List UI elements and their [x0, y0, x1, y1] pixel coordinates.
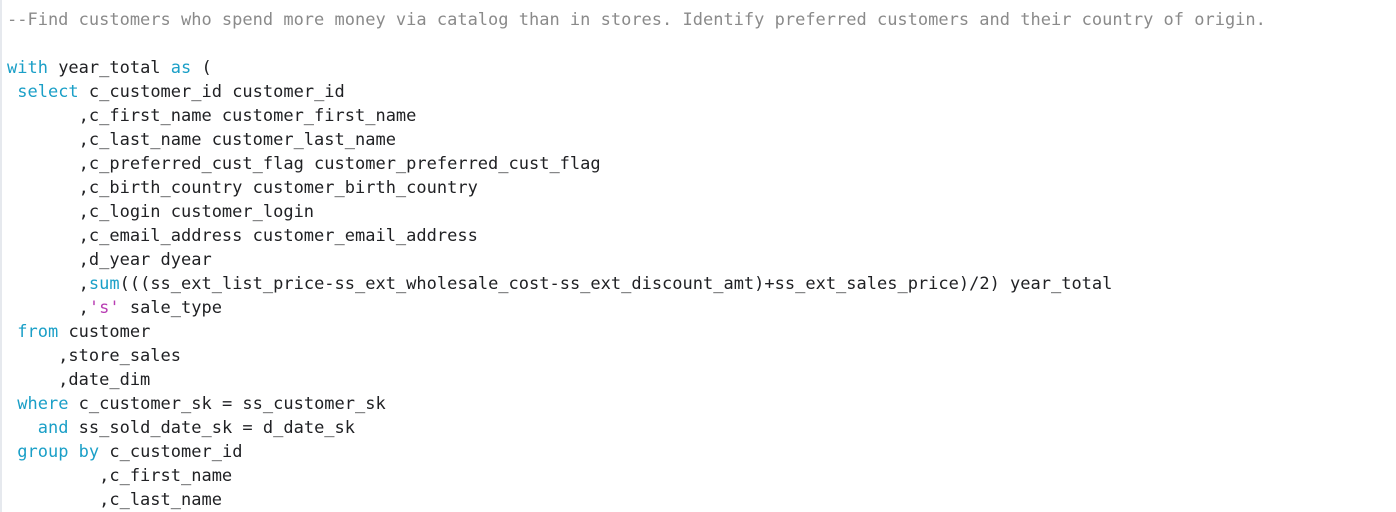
code-text: , — [7, 274, 89, 294]
sql-keyword: group by — [17, 442, 100, 462]
code-line: group by c_customer_id — [7, 440, 1266, 464]
code-content[interactable]: --Find customers who spend more money vi… — [7, 8, 1266, 512]
sql-comment: --Find customers who spend more money vi… — [7, 10, 1266, 30]
sql-keyword: with — [7, 58, 48, 78]
code-line: ,c_login customer_login — [7, 200, 1266, 224]
code-text: ( — [191, 58, 212, 78]
code-line: ,date_dim — [7, 368, 1266, 392]
code-text: ,c_email_address customer_email_address — [7, 226, 478, 246]
code-line: from customer — [7, 320, 1266, 344]
sql-code-editor[interactable]: --Find customers who spend more money vi… — [0, 0, 1396, 512]
code-text: ,c_first_name — [7, 466, 233, 486]
code-text: c_customer_id customer_id — [78, 82, 345, 102]
code-text: ,date_dim — [7, 370, 151, 390]
code-line: ,c_last_name customer_last_name — [7, 128, 1266, 152]
code-line: --Find customers who spend more money vi… — [7, 8, 1266, 32]
code-text: (((ss_ext_list_price-ss_ext_wholesale_co… — [119, 274, 1113, 294]
code-text: ,c_first_name customer_first_name — [7, 106, 417, 126]
sql-keyword: select — [17, 82, 79, 102]
code-text: c_customer_sk = ss_customer_sk — [68, 394, 386, 414]
sql-function: sum — [88, 274, 120, 294]
sql-keyword: and — [37, 418, 69, 438]
code-line: ,store_sales — [7, 344, 1266, 368]
code-line: ,c_last_name — [7, 488, 1266, 512]
code-text: sale_type — [119, 298, 222, 318]
sql-keyword: from — [17, 322, 59, 342]
code-text: customer — [58, 322, 151, 342]
code-line: ,c_first_name — [7, 464, 1266, 488]
code-line: ,c_first_name customer_first_name — [7, 104, 1266, 128]
code-text: c_customer_id — [99, 442, 243, 462]
sql-keyword: where — [17, 394, 69, 414]
code-text: year_total — [47, 58, 171, 78]
code-line: select c_customer_id customer_id — [7, 80, 1266, 104]
code-text: ,c_preferred_cust_flag customer_preferre… — [7, 154, 601, 174]
code-text: ,c_last_name — [7, 490, 222, 510]
code-line: ​ — [7, 32, 1266, 56]
code-line: ,d_year dyear — [7, 248, 1266, 272]
code-line: ,c_preferred_cust_flag customer_preferre… — [7, 152, 1266, 176]
editor-gutter-edge — [0, 0, 2, 512]
code-text: ,c_login customer_login — [7, 202, 315, 222]
code-line: where c_customer_sk = ss_customer_sk — [7, 392, 1266, 416]
code-text: ,c_birth_country customer_birth_country — [7, 178, 478, 198]
code-text: ss_sold_date_sk = d_date_sk — [68, 418, 356, 438]
sql-keyword: as — [170, 58, 192, 78]
code-text: ,store_sales — [7, 346, 181, 366]
code-line: with year_total as ( — [7, 56, 1266, 80]
code-line: and ss_sold_date_sk = d_date_sk — [7, 416, 1266, 440]
sql-string: 's' — [88, 298, 120, 318]
code-text: ,c_last_name customer_last_name — [7, 130, 396, 150]
code-text: , — [7, 298, 89, 318]
code-text: ,d_year dyear — [7, 250, 212, 270]
code-line: ,c_birth_country customer_birth_country — [7, 176, 1266, 200]
code-line: ,sum(((ss_ext_list_price-ss_ext_wholesal… — [7, 272, 1266, 296]
code-line: ,c_email_address customer_email_address — [7, 224, 1266, 248]
code-line: ,'s' sale_type — [7, 296, 1266, 320]
